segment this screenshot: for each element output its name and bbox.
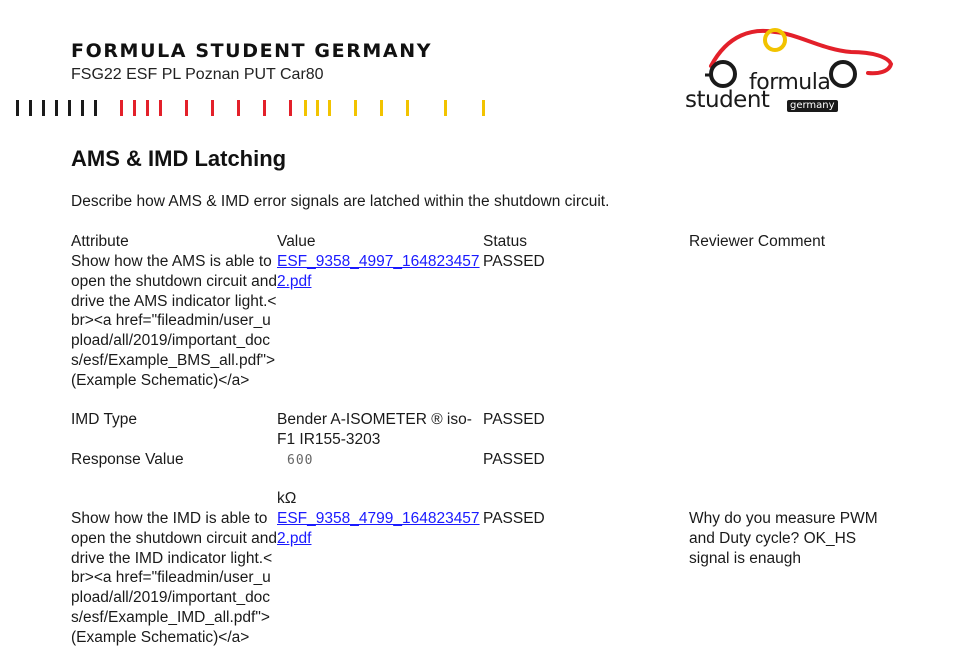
stripe-bar (304, 100, 307, 116)
stripe-bar (55, 100, 58, 116)
stripe-bar (328, 100, 331, 116)
stripe-bar (42, 100, 45, 116)
stripe-bar (211, 100, 214, 116)
row-imd-type-attribute: IMD Type (71, 411, 138, 428)
stripe-bar (146, 100, 149, 116)
stripe-bar (380, 100, 383, 116)
stripe-bar (120, 100, 123, 116)
logo-word-student: student (685, 87, 770, 113)
header-status: Status (483, 233, 527, 250)
logo-tag-germany: germany (787, 100, 838, 112)
stripe-bar (237, 100, 240, 116)
stripe-bar (354, 100, 357, 116)
stripe-bar (81, 100, 84, 116)
stripe-bar (159, 100, 162, 116)
row-imd-type-value: Bender A-ISOMETER ® iso-F1 IR155-3203 (277, 411, 472, 448)
stripe-bar (263, 100, 266, 116)
row-response-status: PASSED (483, 451, 545, 468)
response-value-unit: kΩ (277, 490, 297, 507)
stripe-bar (29, 100, 32, 116)
ams-schematic-file-link[interactable]: ESF_9358_4997_1648234572.pdf (277, 253, 480, 290)
header-value: Value (277, 233, 316, 250)
fsg-logo: formula student germany (683, 22, 898, 117)
stripe-bar (133, 100, 136, 116)
decorative-stripes (16, 100, 496, 116)
imd-schematic-file-link[interactable]: ESF_9358_4799_1648234572.pdf (277, 510, 480, 547)
row-ams-status: PASSED (483, 253, 545, 270)
row-ams-attribute: Show how the AMS is able to open the shu… (71, 253, 277, 389)
stripe-bar (185, 100, 188, 116)
organization-name: FORMULA STUDENT GERMANY (71, 40, 433, 62)
section-title: AMS & IMD Latching (71, 146, 287, 171)
stripe-bar (289, 100, 292, 116)
header-reviewer-comment: Reviewer Comment (689, 233, 826, 250)
stripe-bar (94, 100, 97, 116)
stripe-bar (444, 100, 447, 116)
row-response-attribute: Response Value (71, 451, 184, 468)
row-imd-attribute: Show how the IMD is able to open the shu… (71, 510, 277, 646)
stripe-bar (406, 100, 409, 116)
row-imd-type-status: PASSED (483, 411, 545, 428)
stripe-bar (68, 100, 71, 116)
header-attribute: Attribute (71, 233, 129, 250)
stripe-bar (16, 100, 19, 116)
stripe-bar (316, 100, 319, 116)
stripe-bar (482, 100, 485, 116)
document-subtitle: FSG22 ESF PL Poznan PUT Car80 (71, 66, 324, 83)
section-description: Describe how AMS & IMD error signals are… (71, 193, 610, 210)
row-imd-reviewer-comment: Why do you measure PWM and Duty cycle? O… (689, 510, 878, 567)
row-imd-status: PASSED (483, 510, 545, 527)
response-value-field: 600 (287, 453, 314, 468)
